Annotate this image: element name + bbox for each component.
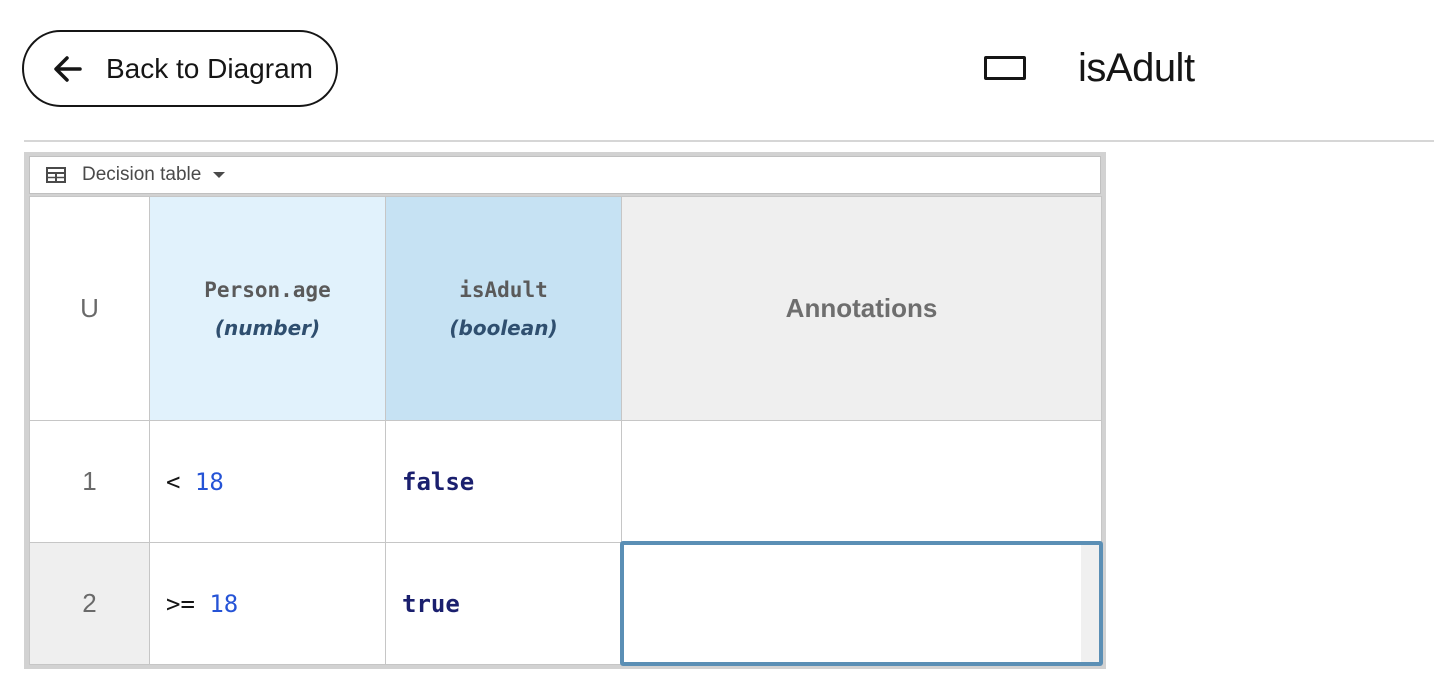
- decision-table-grid: U Person.age (number) isAdult (boolean) …: [29, 196, 1103, 666]
- decision-rectangle-icon: [984, 56, 1026, 80]
- output-entry-cell[interactable]: false: [385, 420, 622, 543]
- output-column-header[interactable]: isAdult (boolean): [385, 196, 622, 421]
- table-row: 2 >= 18 true: [29, 541, 1103, 666]
- cell-scroll-strip: [1081, 545, 1099, 662]
- caret-down-icon[interactable]: [213, 172, 226, 178]
- output-value: false: [402, 467, 475, 496]
- hit-policy-cell[interactable]: U: [29, 196, 150, 421]
- arrow-left-icon: [54, 54, 84, 84]
- page-title: isAdult: [1078, 46, 1195, 90]
- back-to-diagram-button[interactable]: Back to Diagram: [22, 30, 338, 107]
- decision-table-type-selector[interactable]: Decision table: [29, 156, 1101, 194]
- annotation-entry-cell[interactable]: [621, 420, 1102, 543]
- annotation-entry-cell-selected[interactable]: [620, 541, 1103, 666]
- input-operator: >=: [166, 589, 195, 618]
- annotations-label: Annotations: [785, 293, 938, 323]
- input-entry-cell[interactable]: >= 18: [149, 542, 386, 665]
- header-row: U Person.age (number) isAdult (boolean) …: [29, 196, 1102, 421]
- table-grid-icon: [46, 167, 66, 183]
- input-number: 18: [194, 467, 224, 496]
- row-number-cell[interactable]: 1: [29, 420, 150, 543]
- input-column-type: (number): [214, 315, 321, 340]
- input-number: 18: [209, 589, 239, 618]
- row-number: 2: [82, 588, 97, 618]
- output-column-name: isAdult: [459, 277, 548, 302]
- hit-policy-label: U: [80, 293, 99, 323]
- back-button-label: Back to Diagram: [106, 52, 313, 84]
- row-number: 1: [82, 466, 97, 496]
- table-row: 1 < 18 false: [29, 420, 1102, 543]
- cell-selection-outline: [620, 541, 1103, 666]
- row-number-cell[interactable]: 2: [29, 542, 150, 665]
- decision-table-editor: Decision table U Person.age (number) isA…: [24, 152, 1106, 669]
- decision-table-type-label: Decision table: [82, 164, 202, 185]
- annotations-column-header[interactable]: Annotations: [621, 196, 1102, 421]
- header-divider: [24, 140, 1434, 142]
- input-column-name: Person.age: [204, 277, 331, 302]
- output-entry-cell[interactable]: true: [385, 542, 622, 665]
- input-entry-cell[interactable]: < 18: [149, 420, 386, 543]
- input-operator: <: [166, 467, 181, 496]
- output-column-type: (boolean): [449, 315, 558, 340]
- output-value: true: [402, 589, 460, 618]
- input-column-header[interactable]: Person.age (number): [149, 196, 386, 421]
